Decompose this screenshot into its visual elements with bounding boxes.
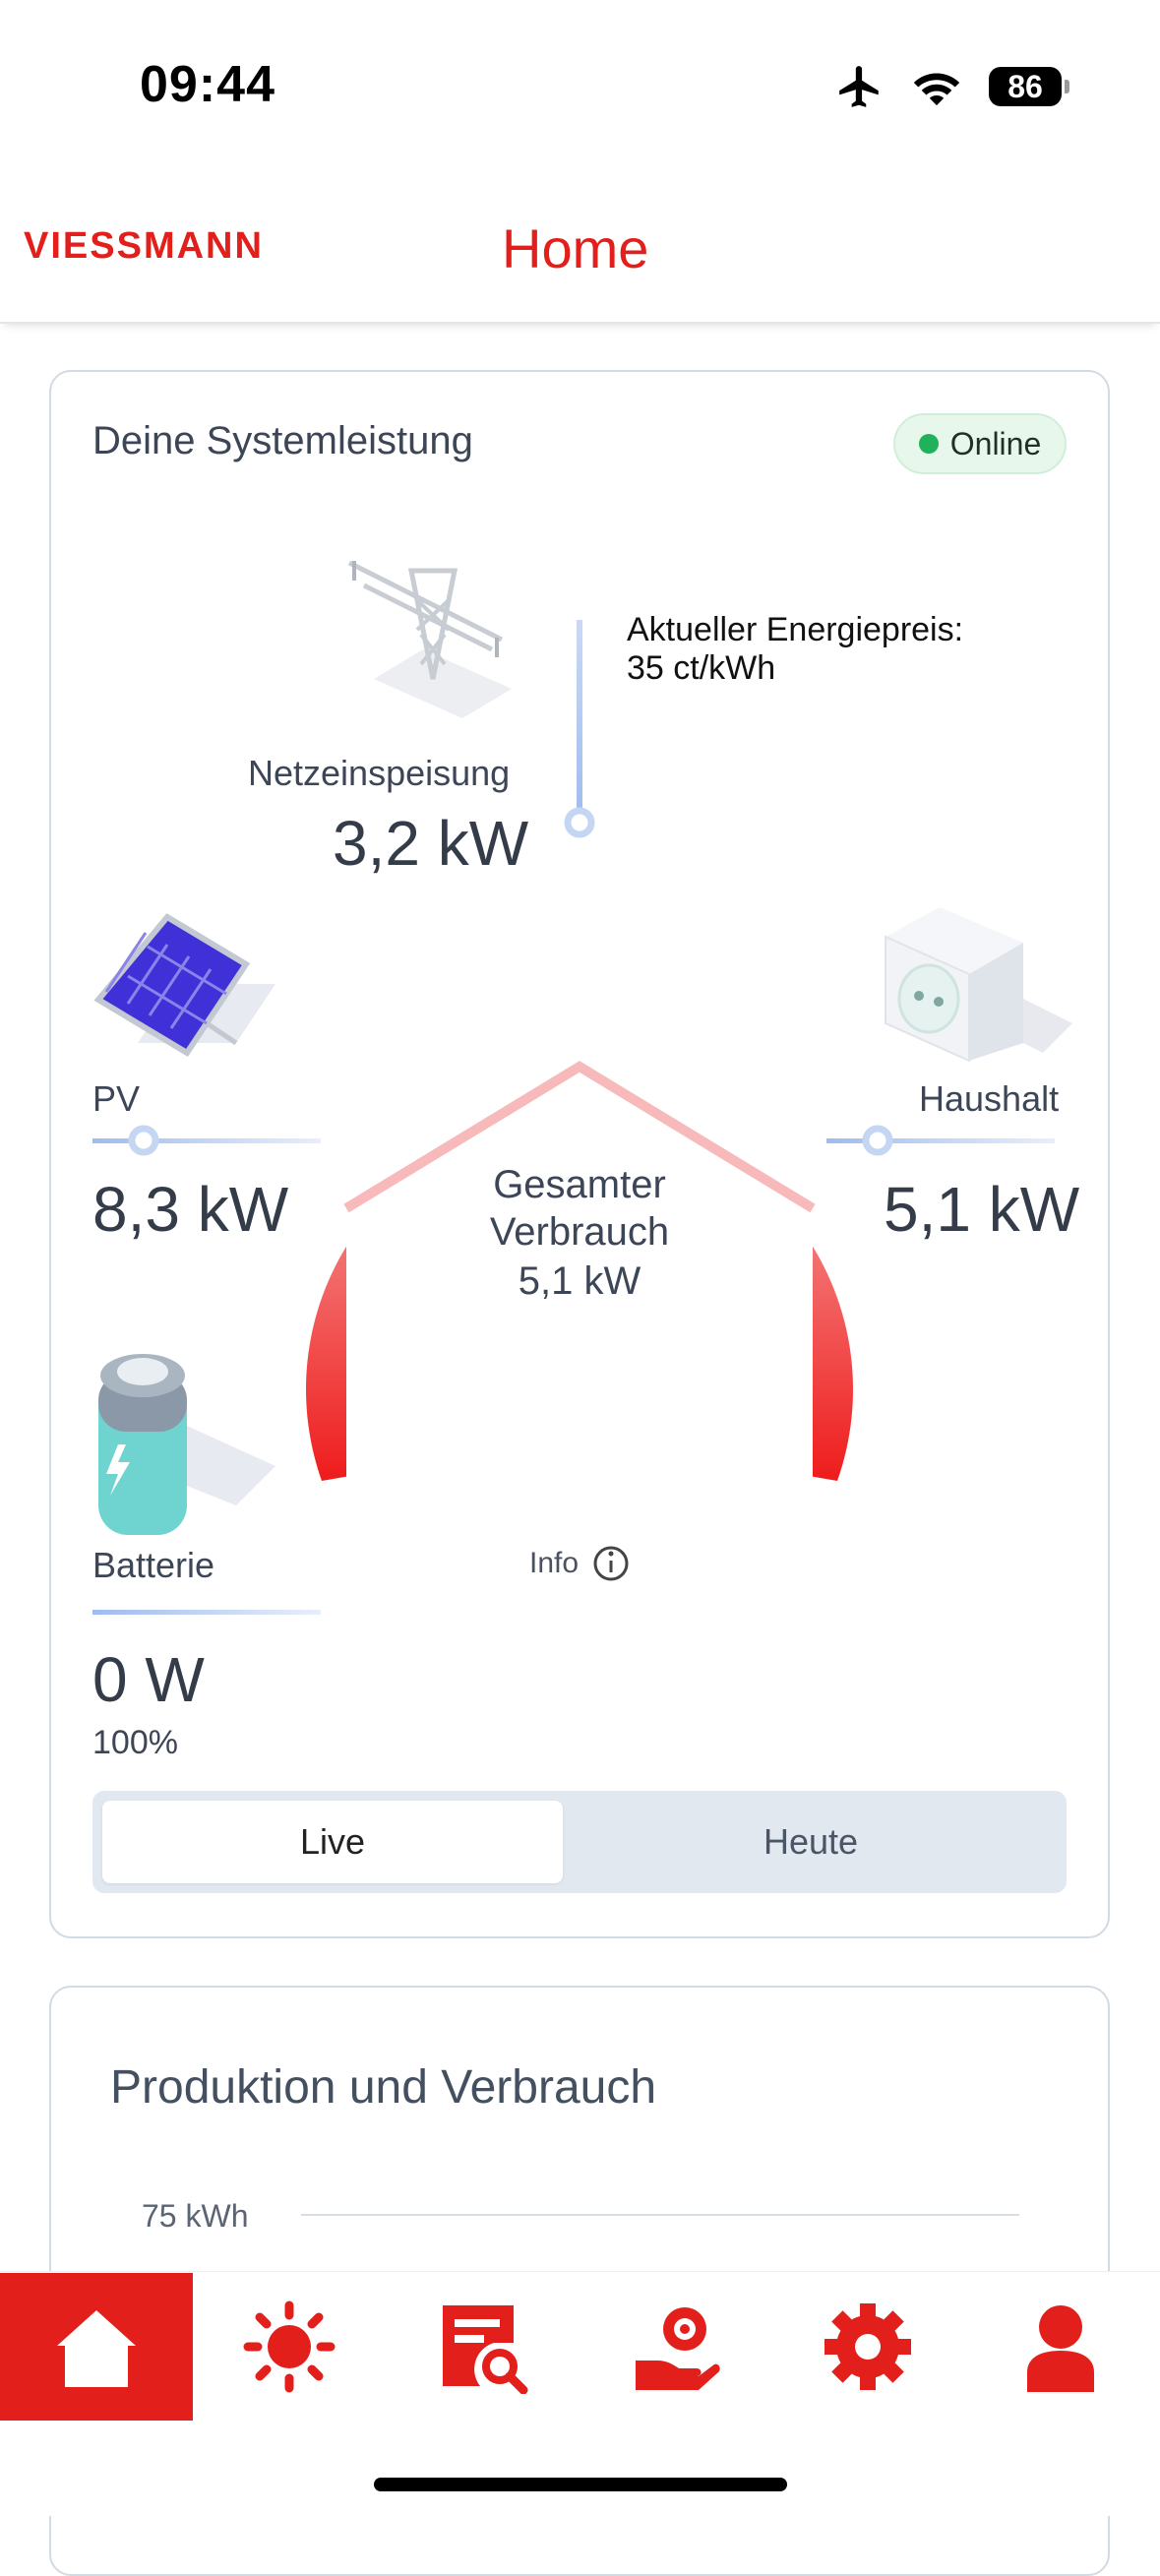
energy-price-value: 35 ct/kWh bbox=[627, 649, 776, 687]
info-icon[interactable] bbox=[593, 1546, 629, 1581]
gear-icon bbox=[824, 2303, 911, 2390]
nav-settings[interactable] bbox=[771, 2273, 964, 2421]
total-consumption-value: 5,1 kW bbox=[518, 1259, 641, 1303]
pv-label: PV bbox=[92, 1078, 141, 1119]
home-icon bbox=[57, 2310, 136, 2387]
pv-flow-line bbox=[92, 1138, 321, 1143]
household-value: 5,1 kW bbox=[884, 1174, 1080, 1245]
service-hand-icon bbox=[636, 2307, 720, 2390]
pv-value: 8,3 kW bbox=[92, 1174, 289, 1245]
total-consumption-line2: Verbrauch bbox=[489, 1210, 670, 1254]
total-consumption-line1: Gesamter bbox=[493, 1163, 666, 1206]
grid-value: 3,2 kW bbox=[333, 808, 529, 879]
production-consumption-title: Produktion und Verbrauch bbox=[110, 2061, 657, 2114]
tab-live[interactable]: Live bbox=[102, 1801, 563, 1883]
nav-service[interactable] bbox=[579, 2273, 771, 2421]
sun-icon bbox=[243, 2300, 336, 2393]
energy-price-label: Aktueller Energiepreis: bbox=[627, 611, 964, 648]
battery-flow-line bbox=[92, 1610, 321, 1615]
household-label: Haushalt bbox=[919, 1078, 1060, 1119]
household-flow-node bbox=[862, 1125, 893, 1156]
nav-home[interactable] bbox=[0, 2273, 193, 2421]
total-consumption-label: Gesamter Verbrauch bbox=[384, 1161, 775, 1256]
battery-icon bbox=[98, 1354, 275, 1535]
chart-gridline bbox=[301, 2214, 1019, 2216]
grid-label: Netzeinspeisung bbox=[248, 753, 511, 793]
pv-flow-node bbox=[128, 1125, 159, 1156]
tab-today[interactable]: Heute bbox=[563, 1801, 1059, 1883]
nav-profile[interactable] bbox=[964, 2273, 1157, 2421]
solar-panel-icon bbox=[93, 913, 275, 1058]
nav-energy[interactable] bbox=[193, 2273, 386, 2421]
household-flow-line bbox=[826, 1138, 1055, 1143]
chart-axis-label: 75 kWh bbox=[142, 2198, 249, 2234]
battery-value: 0 W bbox=[92, 1644, 205, 1715]
battery-label: Batterie bbox=[92, 1545, 215, 1585]
info-link[interactable]: Info bbox=[529, 1547, 579, 1580]
user-icon bbox=[1027, 2305, 1094, 2392]
report-search-icon bbox=[443, 2305, 528, 2394]
power-socket-icon bbox=[885, 907, 1072, 1063]
home-indicator bbox=[374, 2478, 787, 2491]
power-pylon-icon bbox=[347, 560, 512, 718]
nav-reports[interactable] bbox=[386, 2273, 579, 2421]
battery-soc: 100% bbox=[92, 1724, 178, 1761]
grid-flow-line bbox=[577, 620, 582, 823]
grid-flow-node bbox=[564, 807, 595, 838]
